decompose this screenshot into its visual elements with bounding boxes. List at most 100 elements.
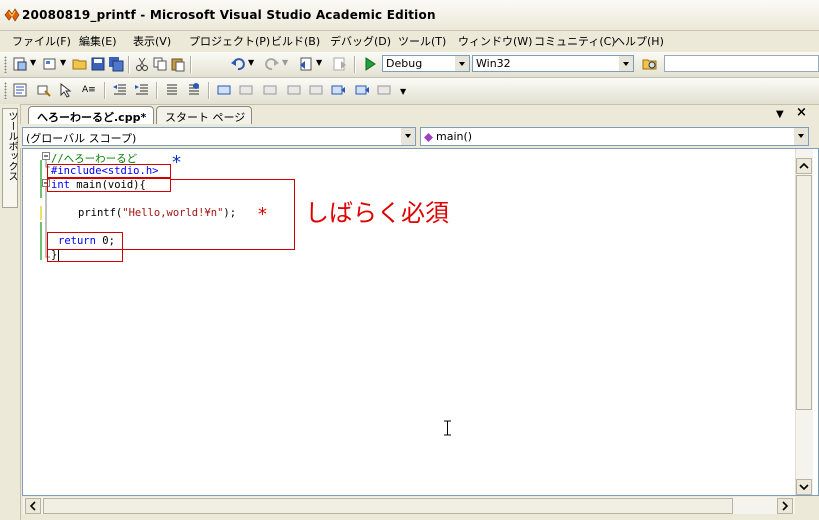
- scroll-thumb[interactable]: [796, 175, 812, 410]
- decrease-indent-icon[interactable]: [112, 82, 128, 98]
- comment-lines-icon[interactable]: [164, 82, 180, 98]
- menu-help[interactable]: ヘルプ(H): [614, 33, 664, 49]
- tab-start-page[interactable]: スタート ページ: [156, 106, 252, 124]
- parameter-info-icon[interactable]: [36, 82, 52, 98]
- toolbar-separator: [156, 82, 158, 99]
- navigate-backward-icon[interactable]: [298, 56, 314, 72]
- scroll-thumb[interactable]: [43, 498, 733, 514]
- toolbar-separator: [104, 82, 106, 99]
- annotation-box-return: [47, 232, 123, 262]
- member-combo[interactable]: main(): [420, 127, 809, 146]
- start-debugging-icon[interactable]: [362, 56, 378, 72]
- toolbar-separator: [190, 56, 192, 73]
- tab-hello-world-cpp[interactable]: へろーわーるど.cpp*: [28, 106, 154, 124]
- chevron-down-icon[interactable]: ▼: [30, 58, 36, 67]
- find-input[interactable]: [664, 55, 819, 72]
- display-object-member-list-icon[interactable]: [12, 82, 28, 98]
- previous-bookmark-in-document-icon[interactable]: [330, 82, 346, 98]
- menu-file[interactable]: ファイル(F): [12, 33, 71, 49]
- toolbar-grip[interactable]: [4, 56, 7, 73]
- menu-edit[interactable]: 編集(E): [79, 33, 117, 49]
- annotation-note: しばらく必須: [305, 199, 449, 227]
- annotation-box-body-top: [171, 179, 295, 180]
- toolbar-options-icon[interactable]: ▼: [400, 87, 406, 96]
- navigate-forward-icon[interactable]: [332, 56, 348, 72]
- tab-label: へろーわーるど.cpp*: [37, 111, 147, 124]
- scroll-right-button[interactable]: [777, 498, 793, 514]
- scope-combo[interactable]: (グローバル スコープ): [22, 127, 416, 146]
- chevron-down-icon[interactable]: ▼: [248, 58, 254, 67]
- chevron-up-icon: [799, 162, 809, 169]
- next-bookmark-in-folder-icon[interactable]: [308, 82, 324, 98]
- scroll-down-button[interactable]: [796, 479, 812, 495]
- redo-icon[interactable]: [264, 56, 280, 72]
- horizontal-scrollbar[interactable]: [23, 497, 795, 514]
- close-document-icon[interactable]: ×: [796, 105, 807, 120]
- title-bar: 20080819_printf - Microsoft Visual Studi…: [0, 0, 819, 31]
- chevron-right-icon: [782, 501, 789, 511]
- vertical-scrollbar[interactable]: [795, 149, 813, 495]
- toolbox-label: ツールボックス: [6, 111, 17, 181]
- chevron-down-icon[interactable]: [401, 128, 415, 145]
- annotation-star-include: *: [172, 152, 181, 173]
- open-folder-icon[interactable]: [72, 56, 88, 72]
- ibeam-cursor-icon: [444, 420, 451, 436]
- solution-configuration-combo[interactable]: Debug: [382, 55, 470, 72]
- save-all-icon[interactable]: [108, 56, 124, 72]
- menu-bar: ファイル(F) 編集(E) 表示(V) プロジェクト(P) ビルド(B) デバッ…: [0, 30, 819, 52]
- toolbar-separator: [128, 56, 130, 73]
- quick-info-icon[interactable]: [58, 82, 74, 98]
- save-icon[interactable]: [90, 56, 106, 72]
- find-in-files-icon[interactable]: [642, 56, 658, 72]
- scroll-left-button[interactable]: [25, 498, 41, 514]
- complete-word-icon[interactable]: A≡: [82, 82, 98, 98]
- next-bookmark-in-document-icon[interactable]: [354, 82, 370, 98]
- toolbox-tab[interactable]: ツールボックス: [2, 108, 18, 208]
- paste-icon[interactable]: [170, 56, 186, 72]
- clear-bookmarks-icon[interactable]: [376, 82, 392, 98]
- scope-value: (グローバル スコープ): [26, 132, 137, 145]
- chevron-down-icon: [799, 484, 809, 491]
- menu-community[interactable]: コミュニティ(C): [534, 33, 616, 49]
- toolbar-separator: [208, 82, 210, 99]
- chevron-down-icon[interactable]: [794, 128, 808, 145]
- menu-project[interactable]: プロジェクト(P): [189, 33, 270, 49]
- menu-window[interactable]: ウィンドウ(W): [458, 33, 532, 49]
- navigation-bar: (グローバル スコープ) main(): [20, 124, 819, 148]
- add-item-icon[interactable]: [42, 56, 58, 72]
- menu-build[interactable]: ビルド(B): [271, 33, 320, 49]
- member-value: main(): [436, 130, 473, 143]
- method-icon: [424, 132, 433, 142]
- uncomment-lines-icon[interactable]: [186, 82, 202, 98]
- menu-view[interactable]: 表示(V): [133, 33, 171, 49]
- next-bookmark-icon[interactable]: [262, 82, 278, 98]
- toolbar-separator: [354, 56, 356, 73]
- previous-bookmark-icon[interactable]: [238, 82, 254, 98]
- copy-icon[interactable]: [152, 56, 168, 72]
- menu-tools[interactable]: ツール(T): [398, 33, 446, 49]
- annotation-box-include: [47, 164, 171, 178]
- toggle-bookmark-icon[interactable]: [216, 82, 232, 98]
- tab-label: スタート ページ: [165, 111, 246, 124]
- chevron-down-icon[interactable]: ▼: [316, 58, 322, 67]
- platform-value: Win32: [476, 57, 511, 70]
- chevron-left-icon: [29, 501, 36, 511]
- visual-studio-logo-icon: [4, 8, 20, 22]
- toolbar-grip[interactable]: [4, 82, 7, 99]
- standard-toolbar: ▼ ▼ ▼ ▼ ▼ Debug Win32: [0, 52, 819, 78]
- chevron-down-icon[interactable]: [619, 56, 633, 71]
- scroll-up-button[interactable]: [796, 158, 812, 174]
- menu-debug[interactable]: デバッグ(D): [330, 33, 391, 49]
- solution-platform-combo[interactable]: Win32: [472, 55, 634, 72]
- cut-icon[interactable]: [134, 56, 150, 72]
- window-title: 20080819_printf - Microsoft Visual Studi…: [22, 8, 436, 22]
- configuration-value: Debug: [386, 57, 423, 70]
- previous-bookmark-in-folder-icon[interactable]: [286, 82, 302, 98]
- increase-indent-icon[interactable]: [134, 82, 150, 98]
- undo-icon[interactable]: [230, 56, 246, 72]
- active-files-dropdown-icon[interactable]: ▼: [776, 109, 784, 120]
- chevron-down-icon[interactable]: ▼: [282, 58, 288, 67]
- chevron-down-icon[interactable]: [455, 56, 469, 71]
- new-project-icon[interactable]: [12, 56, 28, 72]
- chevron-down-icon[interactable]: ▼: [60, 58, 66, 67]
